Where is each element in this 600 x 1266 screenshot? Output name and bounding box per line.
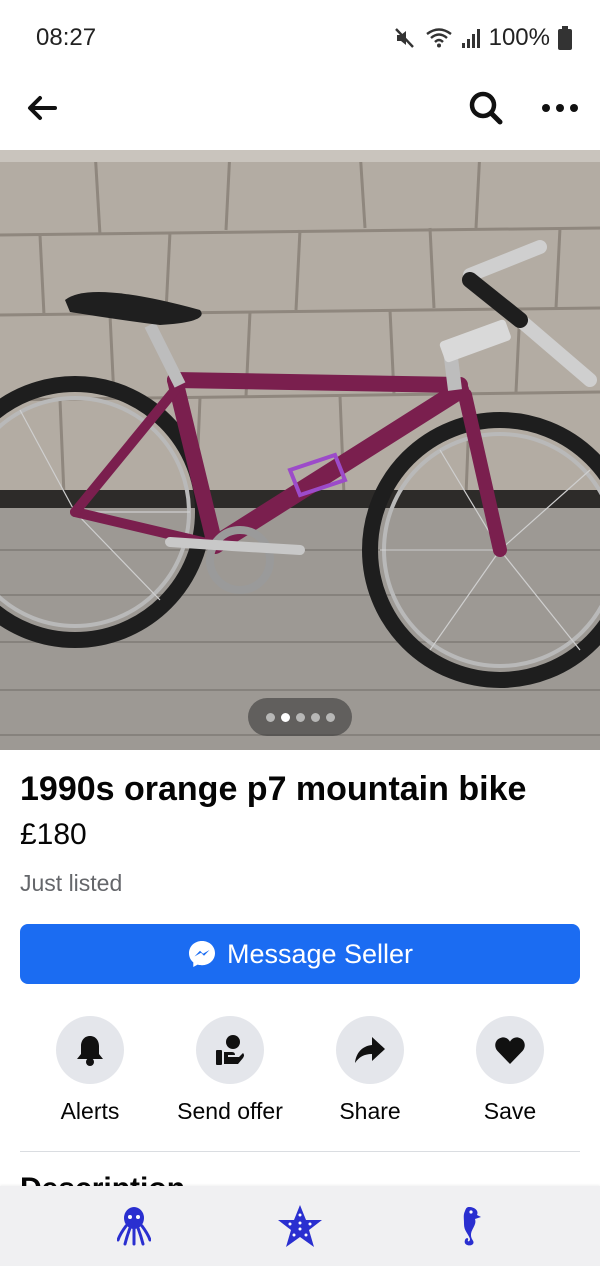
app-header [0,76,600,148]
more-options-button[interactable] [538,88,582,128]
messenger-icon [188,941,215,967]
octopus-icon [117,1207,151,1246]
back-arrow-icon [28,96,57,120]
save-label: Save [483,1098,537,1124]
search-button[interactable] [464,86,508,130]
section-divider [20,1151,580,1152]
nav-seahorse-button[interactable] [438,1196,498,1256]
bell-icon [77,1036,103,1066]
send-offer-label: Send offer [177,1098,283,1124]
battery-icon [558,26,572,50]
share-label: Share [339,1098,401,1124]
nav-starfish-button[interactable] [270,1196,330,1256]
signal-icon [461,27,481,49]
alerts-label: Alerts [60,1098,120,1124]
status-icons: 100% [393,22,572,54]
pager-dot[interactable] [265,712,275,722]
bottom-navigation [0,1186,600,1266]
listing-price: £180 [20,818,87,851]
more-options-icon [542,104,578,112]
pager-dot-active[interactable] [280,712,290,722]
share-icon-circle[interactable] [336,1016,404,1084]
image-pager[interactable] [248,698,352,736]
alerts-button[interactable]: Alerts [20,1016,160,1136]
starfish-icon [278,1205,322,1247]
status-bar: 08:27 100% [0,0,600,76]
pager-dot[interactable] [325,712,335,722]
pager-dot[interactable] [295,712,305,722]
heart-icon [495,1037,525,1064]
pager-dot[interactable] [310,712,320,722]
listing-posted-time: Just listed [20,870,123,896]
send-offer-icon-circle[interactable] [196,1016,264,1084]
message-seller-button[interactable]: Message Seller [20,924,580,984]
status-time: 08:27 [36,24,97,51]
save-button[interactable]: Save [440,1016,580,1136]
back-button[interactable] [22,88,62,128]
message-seller-label: Message Seller [226,938,414,969]
wifi-icon [425,27,453,49]
search-icon [469,91,503,125]
listing-actions: Alerts Send offer Share Save [20,1016,580,1136]
save-icon-circle[interactable] [476,1016,544,1084]
alerts-icon-circle[interactable] [56,1016,124,1084]
share-button[interactable]: Share [300,1016,440,1136]
offer-hand-icon [216,1035,244,1065]
nav-octopus-button[interactable] [104,1196,164,1256]
listing-title: 1990s orange p7 mountain bike [20,770,527,808]
listing-photo[interactable] [0,150,600,750]
share-arrow-icon [355,1037,385,1063]
mute-icon [393,26,417,50]
seahorse-icon [463,1207,481,1246]
send-offer-button[interactable]: Send offer [160,1016,300,1136]
battery-percent: 100% [488,24,550,51]
